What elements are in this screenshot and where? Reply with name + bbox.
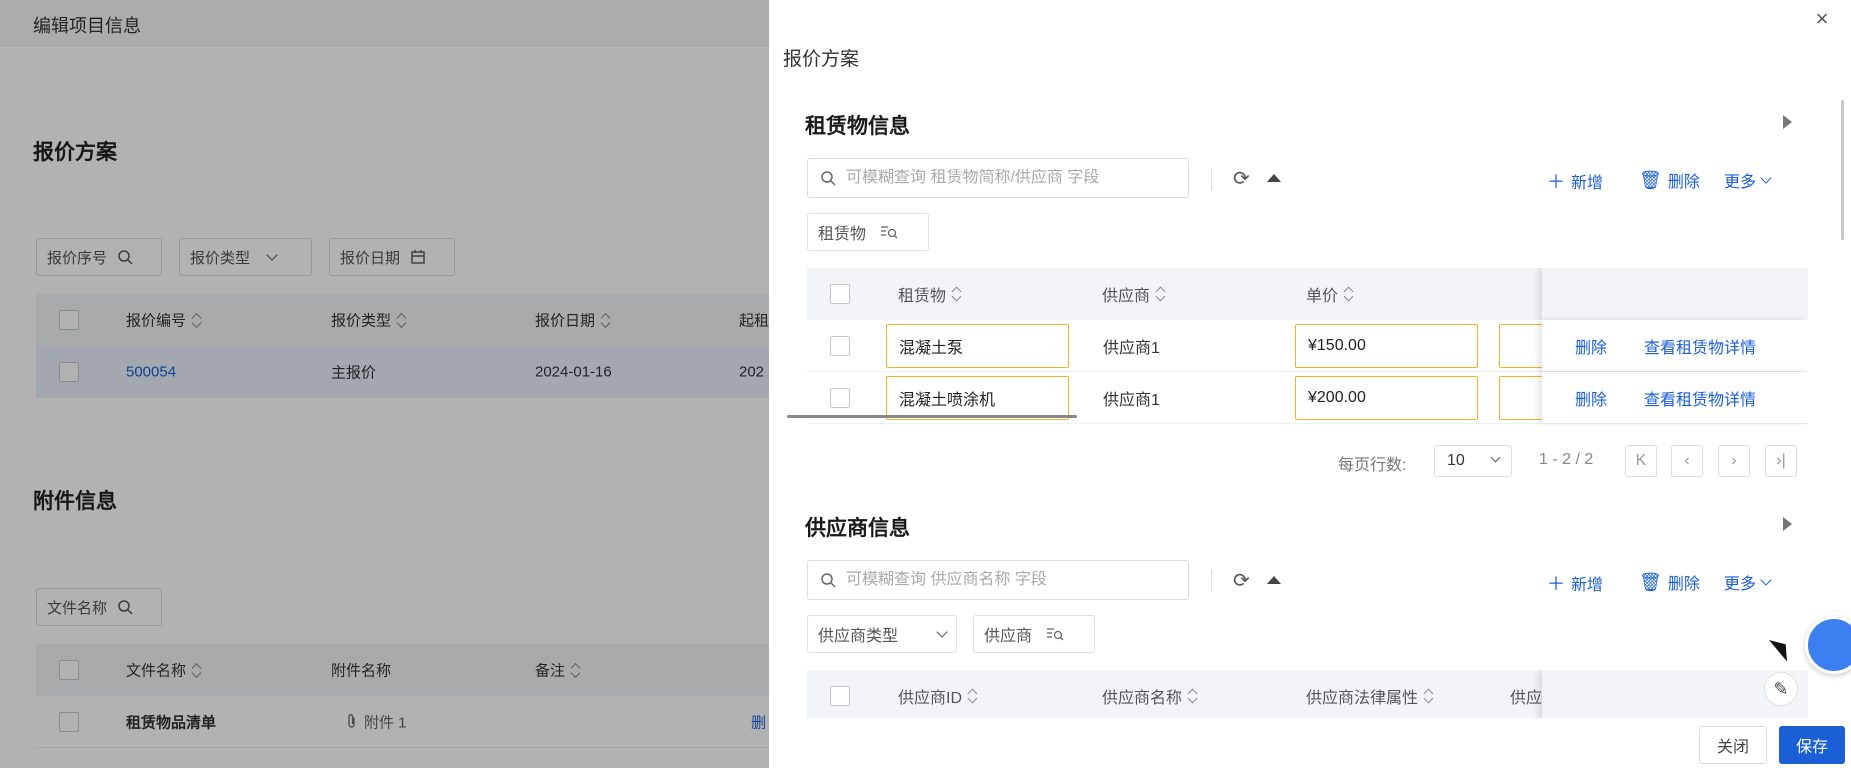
drawer-title: 报价方案 <box>783 49 860 70</box>
lease-more-button[interactable]: 更多 <box>1724 168 1772 192</box>
actions-header <box>1542 268 1808 320</box>
divider <box>1211 168 1212 190</box>
trash-icon: 🗑 <box>1639 571 1662 592</box>
item-edit-input[interactable]: 混凝土泵 <box>886 324 1069 368</box>
rows-per-page-label: 每页行数: <box>1338 457 1407 474</box>
modal-overlay[interactable] <box>0 0 769 768</box>
supplier-add-button[interactable]: ＋新增 <box>1547 570 1603 596</box>
refresh-icon[interactable]: ⟳ <box>1233 568 1250 593</box>
chevron-down-icon <box>1490 452 1501 463</box>
supplier-table: 供应商ID 供应商名称 供应商法律属性 供应 <box>807 670 1808 718</box>
lease-pagination: 每页行数: 10 1 - 2 / 2 K ‹ › ›| <box>769 445 1851 477</box>
table-header: 租赁物 供应商 单价 <box>807 268 1808 320</box>
table-header: 供应商ID 供应商名称 供应商法律属性 供应 <box>807 670 1808 718</box>
assistant-avatar-icon[interactable] <box>1805 616 1851 674</box>
chevron-down-icon <box>1760 574 1772 586</box>
item-edit-input[interactable]: 混凝土喷涂机 <box>886 376 1069 420</box>
next-page-button[interactable]: › <box>1718 445 1750 477</box>
divider <box>1211 570 1212 592</box>
search-icon <box>821 171 836 186</box>
sort-icon <box>968 688 978 704</box>
column-header[interactable]: 供应商 <box>1102 282 1166 306</box>
supplier-cell: 供应商1 <box>1103 339 1160 357</box>
save-button[interactable]: 保存 <box>1779 726 1845 764</box>
prev-page-button[interactable]: ‹ <box>1671 445 1703 477</box>
supplier-cell: 供应商1 <box>1103 391 1160 409</box>
supplier-more-button[interactable]: 更多 <box>1724 570 1772 594</box>
lease-table: 租赁物 供应商 单价 混凝土泵 供应商1 ¥150.00 删除 查看租赁物详情 … <box>807 268 1808 426</box>
lease-add-button[interactable]: ＋新增 <box>1547 168 1603 194</box>
lease-delete-button[interactable]: 🗑 删除 <box>1639 168 1700 192</box>
table-row[interactable]: 混凝土泵 供应商1 ¥150.00 删除 查看租赁物详情 <box>807 320 1808 372</box>
supplier-section-title: 供应商信息 <box>805 517 910 540</box>
view-detail-link[interactable]: 查看租赁物详情 <box>1644 386 1756 410</box>
plus-icon: ＋ <box>1547 172 1565 192</box>
price-edit-input[interactable]: ¥150.00 <box>1295 324 1478 368</box>
column-header[interactable]: 单价 <box>1306 282 1354 306</box>
quote-drawer: × 报价方案 租赁物信息 ⟳ ＋新增 🗑删除 更多 租赁物 租赁物 供应商 单价… <box>769 0 1851 768</box>
row-actions: 删除 查看租赁物详情 <box>1542 320 1808 371</box>
price-edit-input[interactable]: ¥200.00 <box>1295 376 1478 420</box>
search-icon <box>821 573 836 588</box>
lease-filter-chip[interactable]: 租赁物 <box>807 213 929 251</box>
chevron-down-icon <box>936 626 948 638</box>
column-header[interactable]: 租赁物 <box>898 282 962 306</box>
chip-label: 租赁物 <box>818 226 867 243</box>
filter-search-icon <box>1047 628 1064 641</box>
row-delete-link[interactable]: 删除 <box>1575 386 1607 410</box>
supplier-delete-button[interactable]: 🗑 删除 <box>1639 570 1700 594</box>
mouse-cursor-icon <box>1769 633 1795 662</box>
sort-icon <box>1188 688 1198 704</box>
collapse-icon[interactable] <box>1267 174 1281 182</box>
sort-icon <box>952 286 962 302</box>
column-header[interactable]: 供应商法律属性 <box>1306 684 1434 708</box>
lease-search-field[interactable] <box>846 169 1176 187</box>
row-actions: 删除 查看租赁物详情 <box>1542 372 1808 423</box>
section-toggle-icon[interactable] <box>1783 517 1792 531</box>
supplier-search-input[interactable] <box>807 560 1189 600</box>
lease-search-input[interactable] <box>807 158 1189 198</box>
filter-search-icon <box>881 226 898 239</box>
select-all-checkbox[interactable] <box>830 284 850 304</box>
lease-section-title: 租赁物信息 <box>805 115 910 138</box>
supplier-search-field[interactable] <box>846 571 1176 589</box>
column-header[interactable]: 供应商ID <box>898 684 978 708</box>
page-range: 1 - 2 / 2 <box>1539 451 1594 468</box>
plus-icon: ＋ <box>1547 574 1565 594</box>
first-page-button[interactable]: K <box>1625 445 1657 477</box>
column-header[interactable]: 供应商名称 <box>1102 684 1198 708</box>
edit-note-icon[interactable]: ✎ <box>1764 672 1798 706</box>
row-delete-link[interactable]: 删除 <box>1575 334 1607 358</box>
row-checkbox[interactable] <box>830 387 850 408</box>
close-button[interactable]: 关闭 <box>1699 726 1767 764</box>
chip-label: 供应商 <box>984 628 1033 645</box>
rows-per-page-select[interactable]: 10 <box>1434 445 1512 477</box>
sort-icon <box>1424 688 1434 704</box>
trash-icon: 🗑 <box>1639 169 1662 190</box>
collapse-icon[interactable] <box>1267 576 1281 584</box>
view-detail-link[interactable]: 查看租赁物详情 <box>1644 334 1756 358</box>
section-toggle-icon[interactable] <box>1783 115 1792 129</box>
sort-icon <box>1156 286 1166 302</box>
vertical-scrollbar[interactable] <box>1841 100 1844 240</box>
last-page-button[interactable]: ›| <box>1765 445 1797 477</box>
supplier-type-filter[interactable]: 供应商类型 <box>807 615 957 653</box>
chip-label: 供应商类型 <box>818 628 899 645</box>
chevron-down-icon <box>1760 172 1772 184</box>
select-all-checkbox[interactable] <box>830 686 850 706</box>
column-header[interactable]: 供应 <box>1510 684 1542 708</box>
refresh-icon[interactable]: ⟳ <box>1233 166 1250 191</box>
sort-icon <box>1344 286 1354 302</box>
horizontal-scrollbar[interactable] <box>787 415 1077 418</box>
supplier-filter-chip[interactable]: 供应商 <box>973 615 1095 653</box>
row-checkbox[interactable] <box>830 335 850 356</box>
close-icon[interactable]: × <box>1809 6 1835 32</box>
